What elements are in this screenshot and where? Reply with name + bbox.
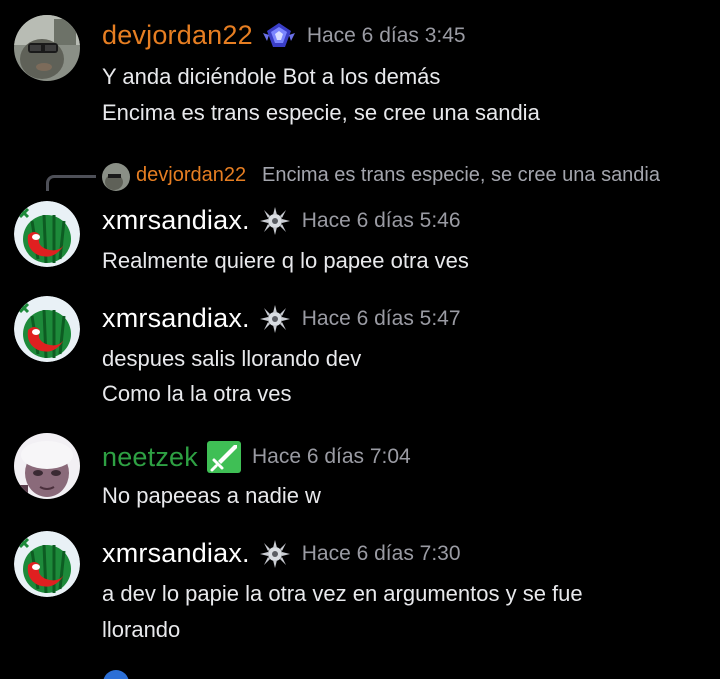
chat-message-list[interactable]: devjordan22 Hace 6 días 3:45 Y anda dici… (0, 0, 720, 679)
message-text: Realmente quiere q lo papee otra ves (102, 248, 469, 273)
message-header: xmrsandiax. Hace 6 días 5:46 (102, 205, 461, 236)
message-text: a dev lo papie la otra vez en argumentos… (102, 581, 583, 606)
username[interactable]: xmrsandiax. (102, 205, 250, 236)
reply-connector (46, 175, 96, 191)
username[interactable]: xmrsandiax. (102, 303, 250, 334)
avatar-xmrsandiax[interactable] (14, 201, 80, 267)
timestamp: Hace 6 días 5:46 (301, 208, 461, 232)
avatar-neetzek[interactable] (14, 433, 80, 499)
timestamp: Hace 6 días 5:47 (301, 306, 461, 330)
message-header: xmrsandiax. Hace 6 días 7:30 (102, 538, 461, 569)
diamond-rank-icon[interactable] (261, 21, 297, 51)
message-header: devjordan22 Hace 6 días 3:45 (102, 20, 466, 51)
reply-snippet[interactable]: Encima es trans especie, se cree una san… (262, 164, 660, 187)
reply-avatar (102, 163, 130, 191)
next-avatar-partial (103, 670, 129, 679)
splash-badge-icon[interactable] (258, 539, 292, 569)
message-text: Y anda diciéndole Bot a los demás (102, 64, 441, 89)
message-text: No papeeas a nadie w (102, 483, 321, 508)
username[interactable]: neetzek (102, 442, 198, 473)
timestamp: Hace 6 días 7:04 (251, 445, 411, 468)
timestamp: Hace 6 días 3:45 (306, 23, 466, 47)
message-text: despues salis llorando dev (102, 346, 362, 371)
avatar-xmrsandiax[interactable] (14, 531, 80, 597)
message-header: xmrsandiax. Hace 6 días 5:47 (102, 303, 461, 334)
username[interactable]: devjordan22 (102, 20, 253, 51)
splash-badge-icon[interactable] (258, 304, 292, 334)
sword-badge-icon[interactable] (206, 440, 242, 474)
splash-badge-icon[interactable] (258, 206, 292, 236)
avatar-xmrsandiax[interactable] (14, 296, 80, 362)
username[interactable]: xmrsandiax. (102, 538, 250, 569)
message-text: Encima es trans especie, se cree una san… (102, 100, 540, 125)
message-header: neetzek Hace 6 días 7:04 (102, 440, 411, 474)
reply-username[interactable]: devjordan22 (136, 164, 246, 187)
message-text: llorando (102, 617, 181, 642)
message-text: Como la la otra ves (102, 381, 292, 406)
timestamp: Hace 6 días 7:30 (301, 541, 461, 565)
avatar-devjordan22[interactable] (14, 15, 80, 81)
